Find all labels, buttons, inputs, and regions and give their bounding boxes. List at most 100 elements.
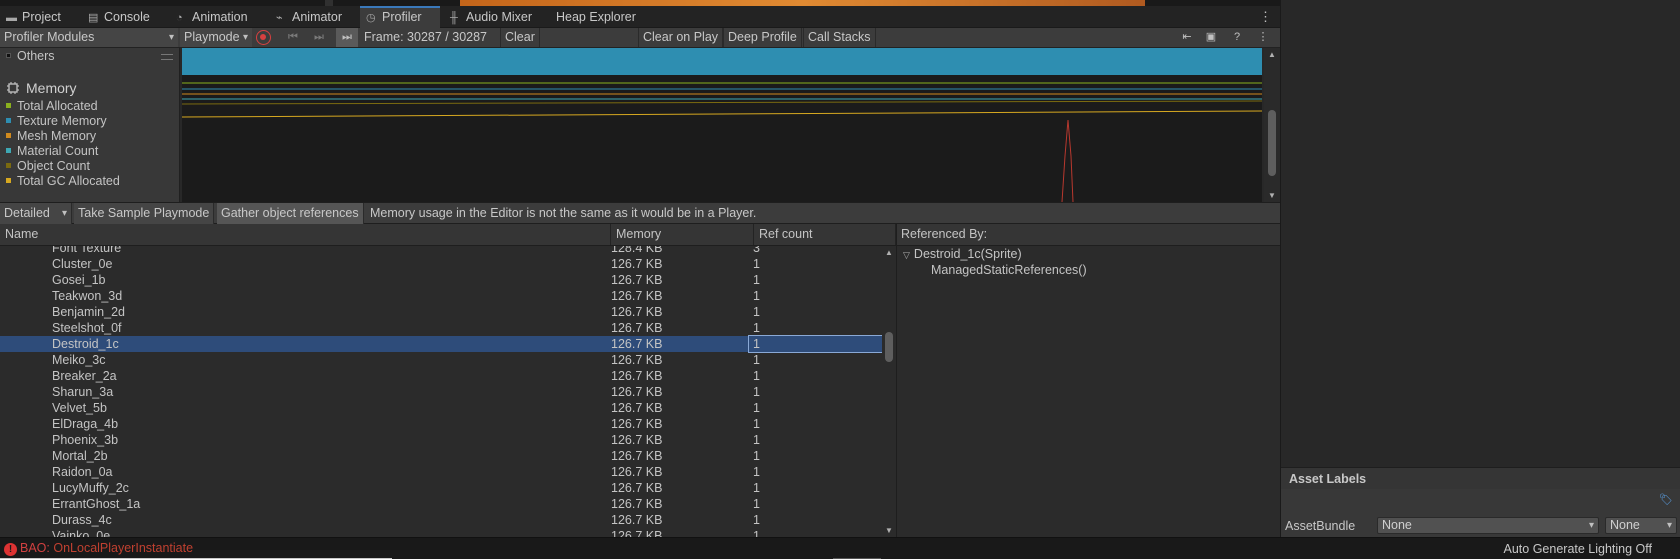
row-memory: 126.7 KB xyxy=(611,417,663,431)
tab-animation[interactable]: ◔ Animation xyxy=(170,6,248,28)
table-row[interactable]: Raidon_0a 126.7 KB 1 xyxy=(0,464,882,480)
row-name: Cluster_0e xyxy=(52,257,113,271)
scroll-thumb[interactable] xyxy=(1268,110,1276,176)
table-row[interactable]: Teakwon_3d 126.7 KB 1 xyxy=(0,288,882,304)
legend-label: Object Count xyxy=(17,159,90,173)
window-tab-bar: ▬ Project ▤ Console ◔ Animation ⌁ Animator ◷… xyxy=(0,6,1280,28)
row-name: Mortal_2b xyxy=(52,449,108,463)
row-ref-count: 1 xyxy=(748,335,882,353)
legend-item[interactable]: Texture Memory xyxy=(0,113,107,129)
table-row[interactable]: Sharun_3a 126.7 KB 1 xyxy=(0,384,882,400)
table-row[interactable]: ElDraga_4b 126.7 KB 1 xyxy=(0,416,882,432)
deep-profile-button[interactable]: Deep Profile xyxy=(723,28,802,47)
table-row[interactable]: ErrantGhost_1a 126.7 KB 1 xyxy=(0,496,882,512)
table-row[interactable]: Durass_4c 126.7 KB 1 xyxy=(0,512,882,528)
take-sample-button[interactable]: Take Sample Playmode xyxy=(74,203,215,224)
row-name: Sharun_3a xyxy=(52,385,114,399)
table-row[interactable]: Breaker_2a 126.7 KB 1 xyxy=(0,368,882,384)
memory-detail-toolbar: Detailed Take Sample Playmode Gather obj… xyxy=(0,202,1280,224)
referenced-by-header: Referenced By: xyxy=(897,224,1281,246)
table-scroll-thumb[interactable] xyxy=(885,332,893,362)
asset-labels-header[interactable]: Asset Labels xyxy=(1281,467,1680,489)
row-memory: 126.7 KB xyxy=(611,385,663,399)
tab-label: Project xyxy=(22,10,61,24)
table-row[interactable]: Font Texture 128.4 KB 3 xyxy=(0,246,882,256)
legend-item[interactable]: Material Count xyxy=(0,143,98,159)
memory-chart[interactable] xyxy=(182,48,1262,202)
label-tag-icon[interactable]: 🏷 xyxy=(1657,493,1675,509)
table-scroll-up-icon[interactable]: ▲ xyxy=(882,248,896,257)
expand-triangle-icon[interactable]: ▽ xyxy=(903,250,910,260)
row-memory: 126.7 KB xyxy=(611,513,663,527)
record-icon[interactable] xyxy=(256,30,271,45)
legend-item[interactable]: Mesh Memory xyxy=(0,128,96,144)
assetbundle-select[interactable]: None xyxy=(1377,517,1599,534)
column-memory[interactable]: Memory xyxy=(611,224,754,245)
row-name: Meiko_3c xyxy=(52,353,106,367)
table-row[interactable]: LucyMuffy_2c 126.7 KB 1 xyxy=(0,480,882,496)
tab-profiler[interactable]: ◷ Profiler xyxy=(360,6,440,28)
reference-child[interactable]: ManagedStaticReferences() xyxy=(931,262,1087,278)
settings-menu-icon[interactable]: ⋮ xyxy=(1252,28,1274,47)
tab-animator[interactable]: ⌁ Animator xyxy=(270,6,342,28)
table-row[interactable]: Destroid_1c 126.7 KB 1 xyxy=(0,335,882,353)
table-row[interactable]: Mortal_2b 126.7 KB 1 xyxy=(0,448,882,464)
clear-button[interactable]: Clear xyxy=(500,28,540,47)
others-swatch xyxy=(6,53,11,59)
row-name: Velvet_5b xyxy=(52,401,107,415)
console-error-message[interactable]: ! BAO: OnLocalPlayerInstantiate xyxy=(4,541,193,556)
table-scrollbar[interactable]: ▲ ▼ xyxy=(882,246,896,537)
variant-select[interactable]: None xyxy=(1605,517,1677,534)
tab-console[interactable]: ▤ Console xyxy=(82,6,150,28)
row-name: Vainko_0e xyxy=(52,529,111,537)
save-icon[interactable]: ▣ xyxy=(1200,28,1222,47)
legend-item[interactable]: Total Allocated xyxy=(0,98,98,114)
error-text: OnLocalPlayerInstantiate xyxy=(53,541,194,555)
asset-labels-body: 🏷 AssetBundle None None xyxy=(1281,489,1680,537)
row-memory: 126.7 KB xyxy=(611,305,663,319)
first-frame-icon[interactable]: ⏮ xyxy=(282,28,304,47)
table-row[interactable]: Meiko_3c 126.7 KB 1 xyxy=(0,352,882,368)
window-menu-icon[interactable]: ⋮ xyxy=(1259,6,1272,28)
call-stacks-button[interactable]: Call Stacks xyxy=(803,28,876,47)
table-row[interactable]: Gosei_1b 126.7 KB 1 xyxy=(0,272,882,288)
tab-heap-explorer[interactable]: Heap Explorer xyxy=(550,6,636,28)
table-scroll-down-icon[interactable]: ▼ xyxy=(882,526,896,535)
target-dropdown[interactable]: Playmode xyxy=(180,28,252,47)
column-ref-count[interactable]: Ref count xyxy=(754,224,896,245)
legend-item[interactable]: Object Count xyxy=(0,158,90,174)
tab-project[interactable]: ▬ Project xyxy=(0,6,61,28)
chart-scrollbar[interactable]: ▲ ▼ xyxy=(1264,48,1280,202)
help-icon[interactable]: ? xyxy=(1226,28,1248,47)
gather-references-toggle[interactable]: Gather object references xyxy=(217,203,364,224)
chip-icon xyxy=(7,82,19,94)
table-row[interactable]: Phoenix_3b 126.7 KB 1 xyxy=(0,432,882,448)
table-row[interactable]: Vainko_0e 126.7 KB 1 xyxy=(0,528,882,537)
load-icon[interactable]: ⇤ xyxy=(1176,28,1198,47)
drag-handle-icon[interactable] xyxy=(161,54,173,60)
module-others[interactable]: Others xyxy=(0,48,55,64)
table-row[interactable]: Cluster_0e 126.7 KB 1 xyxy=(0,256,882,272)
scroll-up-icon[interactable]: ▲ xyxy=(1264,50,1280,59)
profiler-modules-dropdown[interactable]: Profiler Modules xyxy=(0,28,178,47)
clear-on-play-button[interactable]: Clear on Play xyxy=(638,28,724,47)
referenced-by-panel: Referenced By: ▽ Destroid_1c(Sprite) Mana… xyxy=(896,224,1281,537)
table-row[interactable]: Velvet_5b 126.7 KB 1 xyxy=(0,400,882,416)
current-frame-icon[interactable]: ⏭ xyxy=(336,28,358,47)
table-row[interactable]: Benjamin_2d 126.7 KB 1 xyxy=(0,304,882,320)
row-ref-count: 1 xyxy=(753,481,760,495)
lighting-status[interactable]: Auto Generate Lighting Off xyxy=(1504,542,1652,556)
legend-item[interactable]: Total GC Allocated xyxy=(0,173,120,189)
tab-audio-mixer[interactable]: ╫ Audio Mixer xyxy=(444,6,532,28)
reference-parent[interactable]: ▽ Destroid_1c(Sprite) xyxy=(903,246,1022,263)
memory-table-header: Name Memory Ref count xyxy=(0,224,896,246)
table-row[interactable]: Steelshot_0f 126.7 KB 1 xyxy=(0,320,882,336)
memory-module-title[interactable]: Memory xyxy=(6,80,77,96)
view-mode-dropdown[interactable]: Detailed xyxy=(0,203,72,224)
column-name[interactable]: Name xyxy=(0,224,611,245)
tab-label: Console xyxy=(104,10,150,24)
legend-label: Total GC Allocated xyxy=(17,174,120,188)
legend-swatch xyxy=(6,118,11,124)
next-frame-icon[interactable]: ⏭ xyxy=(308,28,330,47)
scroll-down-icon[interactable]: ▼ xyxy=(1264,191,1280,200)
